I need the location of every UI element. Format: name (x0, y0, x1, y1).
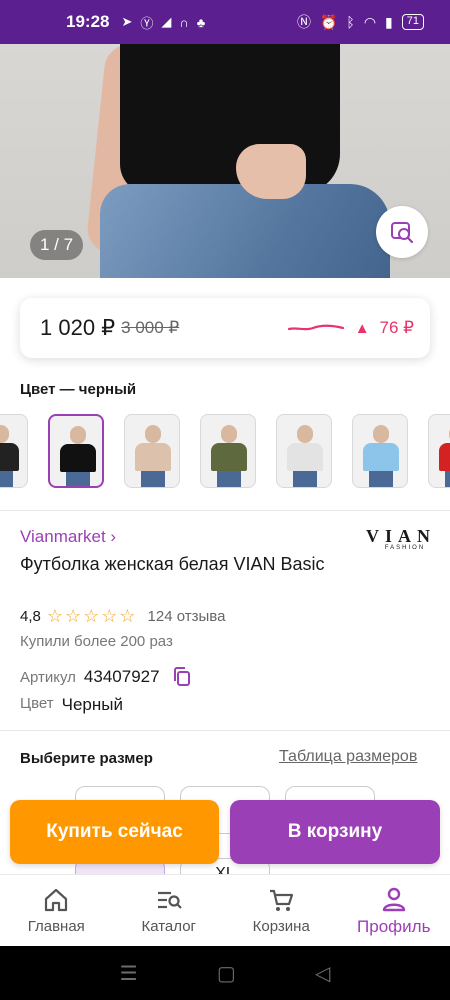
nav-cart[interactable]: Корзина (225, 875, 338, 946)
status-right-icons: Ⓝ ⏰ ᛒ ◠ ▮ 71 (297, 12, 424, 32)
swatch-shirt (439, 443, 450, 471)
size-table-link[interactable]: Таблица размеров (279, 748, 417, 766)
reviews-count: 124 отзыва (147, 608, 226, 625)
divider (0, 730, 450, 731)
star-rating-icon: ☆☆☆☆☆ (46, 606, 138, 626)
swatch-jeans (0, 471, 13, 487)
swatch-model-head (145, 425, 161, 443)
article-value: 43407927 (83, 667, 160, 686)
product-image-gallery[interactable]: 1 / 7 (0, 44, 450, 278)
buy-now-button[interactable]: Купить сейчас (10, 800, 219, 864)
color-swatch[interactable] (428, 414, 450, 488)
color-row: Цвет Черный (20, 695, 123, 715)
swatch-model-head (70, 426, 86, 444)
copy-icon[interactable] (172, 666, 192, 688)
yandex-icon: Ⓨ (140, 15, 154, 31)
nav-profile[interactable]: Профиль (338, 875, 450, 946)
recent-apps-icon[interactable]: ☰ (120, 961, 138, 986)
color-value: Черный (61, 695, 123, 714)
swatch-shirt (60, 444, 96, 472)
current-price: 1 020 ₽ (40, 315, 116, 340)
catalog-search-icon (157, 891, 182, 909)
price-trend: ▲ 76 ₽ (287, 318, 414, 338)
product-photo-shirt (120, 44, 340, 194)
size-title: Выберите размер (20, 750, 153, 767)
color-swatch[interactable] (0, 414, 28, 488)
bluetooth-icon: ᛒ (346, 14, 355, 30)
nav-catalog[interactable]: Каталог (113, 875, 226, 946)
status-left-icons: ➤ Ⓨ ◢ ∩ ♣ (121, 13, 205, 32)
brand-logo[interactable]: VIAN FASHION (366, 527, 430, 551)
swatch-jeans (293, 471, 317, 487)
wifi-icon: ◠ (363, 13, 377, 30)
cast-icon: ◢ (161, 14, 172, 29)
swatch-jeans (369, 471, 393, 487)
telegram-icon: ➤ (121, 14, 133, 29)
product-screen: 19:28 ➤ Ⓨ ◢ ∩ ♣ Ⓝ ⏰ ᛒ ◠ ▮ 71 1 / 7 1 020… (0, 0, 450, 1000)
brand-link[interactable]: Vianmarket › (20, 527, 116, 547)
cart-icon (270, 889, 294, 911)
nfc-icon: Ⓝ (296, 14, 311, 30)
home-button-icon[interactable]: ▢ (217, 961, 236, 986)
price-up-icon: ▲ (354, 319, 370, 337)
color-swatch[interactable] (276, 414, 332, 488)
color-swatch-selected[interactable] (48, 414, 104, 488)
color-title: Цвет — черный (20, 381, 137, 398)
swatch-model-head (297, 425, 313, 443)
color-swatch[interactable] (200, 414, 256, 488)
bottom-navigation: Главная Каталог Корзина Профиль (0, 874, 450, 946)
swatch-model-head (221, 425, 237, 443)
color-swatches (0, 414, 450, 488)
status-bar: 19:28 ➤ Ⓨ ◢ ∩ ♣ Ⓝ ⏰ ᛒ ◠ ▮ 71 (0, 0, 450, 44)
signal-icon: ▮ (385, 13, 393, 30)
color-swatch[interactable] (124, 414, 180, 488)
purchase-count: Купили более 200 раз (20, 633, 173, 650)
back-icon[interactable]: ◁ (315, 961, 330, 986)
color-swatch[interactable] (352, 414, 408, 488)
swatch-shirt (211, 443, 247, 471)
battery-indicator: 71 (401, 14, 424, 30)
swatch-jeans (217, 471, 241, 487)
swatch-model-head (373, 425, 389, 443)
price-change: 76 ₽ (379, 318, 414, 337)
article-row: Артикул 43407927 (20, 666, 192, 688)
price-history-sparkline-icon (287, 324, 344, 331)
swatch-shirt (0, 443, 19, 471)
swatch-jeans (141, 471, 165, 487)
alarm-icon: ⏰ (319, 13, 338, 30)
status-time: 19:28 (66, 12, 110, 31)
add-to-cart-button[interactable]: В корзину (230, 800, 440, 864)
article-label: Артикул (20, 668, 76, 686)
old-price: 3 000 ₽ (121, 318, 180, 337)
app-icon: ♣ (196, 14, 206, 30)
rating-value: 4,8 (20, 608, 41, 625)
swatch-jeans (445, 471, 450, 487)
rating-row[interactable]: 4,8 ☆☆☆☆☆ 124 отзыва (20, 606, 225, 627)
color-label: Цвет (20, 695, 54, 712)
product-photo-hand (236, 144, 306, 199)
swatch-model-head (0, 425, 9, 443)
swatch-shirt (287, 443, 323, 471)
system-navigation-bar: ☰ ▢ ◁ (0, 946, 450, 1000)
gallery-pager: 1 / 7 (30, 230, 84, 260)
visual-search-icon (391, 222, 414, 244)
swatch-shirt (363, 443, 399, 471)
swatch-shirt (135, 443, 171, 471)
notification-icon: ∩ (179, 14, 189, 30)
product-title: Футболка женская белая VIAN Basic (20, 554, 325, 574)
visual-search-button[interactable] (376, 206, 428, 258)
nav-home[interactable]: Главная (0, 875, 113, 946)
divider (0, 510, 450, 511)
price-card[interactable]: 1 020 ₽ 3 000 ₽ ▲ 76 ₽ (20, 298, 430, 358)
swatch-jeans (66, 472, 90, 486)
profile-icon (382, 887, 405, 911)
product-photo-jeans (100, 184, 390, 278)
home-icon (45, 888, 68, 912)
